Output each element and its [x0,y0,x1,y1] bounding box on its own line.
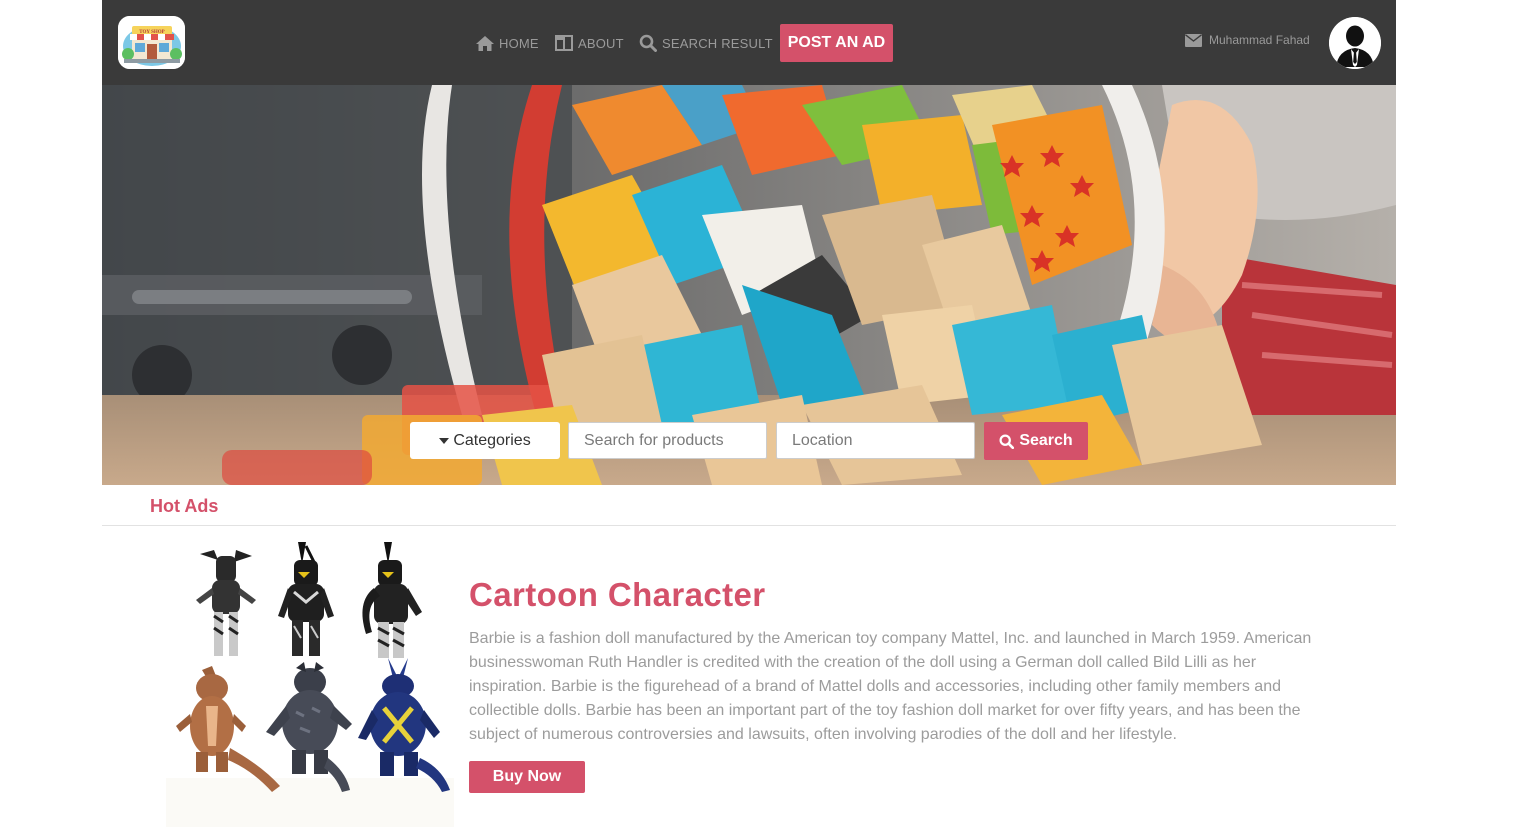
hot-ads-heading: Hot Ads [150,496,219,516]
ad-title[interactable]: Cartoon Character [469,576,766,614]
search-button-label: Search [1019,432,1073,449]
user-name: Muhammad Fahad [1209,33,1310,47]
user-menu[interactable]: Muhammad Fahad [1185,31,1310,49]
envelope-icon [1185,33,1202,47]
categories-label: Categories [453,431,531,449]
product-search-input[interactable] [568,422,767,459]
user-avatar-icon [1329,17,1381,69]
caret-down-icon [439,437,450,444]
hero-banner: Categories Search [102,85,1396,485]
avatar[interactable] [1329,17,1381,69]
buy-now-button[interactable]: Buy Now [469,761,585,793]
nav-search-result-label: SEARCH RESULT [662,35,773,51]
nav-search-result[interactable]: SEARCH RESULT [639,34,773,52]
search-icon [639,34,657,52]
post-ad-button[interactable]: POST AN AD [780,24,893,62]
nav-about-label: ABOUT [578,35,624,51]
book-icon [555,35,573,51]
monster-figures-image [166,538,454,827]
ad-description: Barbie is a fashion doll manufactured by… [469,630,1312,743]
categories-dropdown[interactable]: Categories [410,422,560,459]
nav-about[interactable]: ABOUT [555,34,624,52]
search-icon [999,433,1015,449]
main-nav: HOME ABOUT SEARCH RESULT POST AN AD Muha… [102,0,1396,85]
nav-home[interactable]: HOME [476,34,539,52]
location-input[interactable] [776,422,975,459]
home-icon [476,35,494,51]
ad-product-image[interactable] [166,538,454,827]
nav-home-label: HOME [499,35,539,51]
search-button[interactable]: Search [984,422,1088,460]
section-divider [102,525,1396,526]
top-navbar: TOY SHOP HOME ABOUT SEARCH RESULT POST A [102,0,1396,85]
